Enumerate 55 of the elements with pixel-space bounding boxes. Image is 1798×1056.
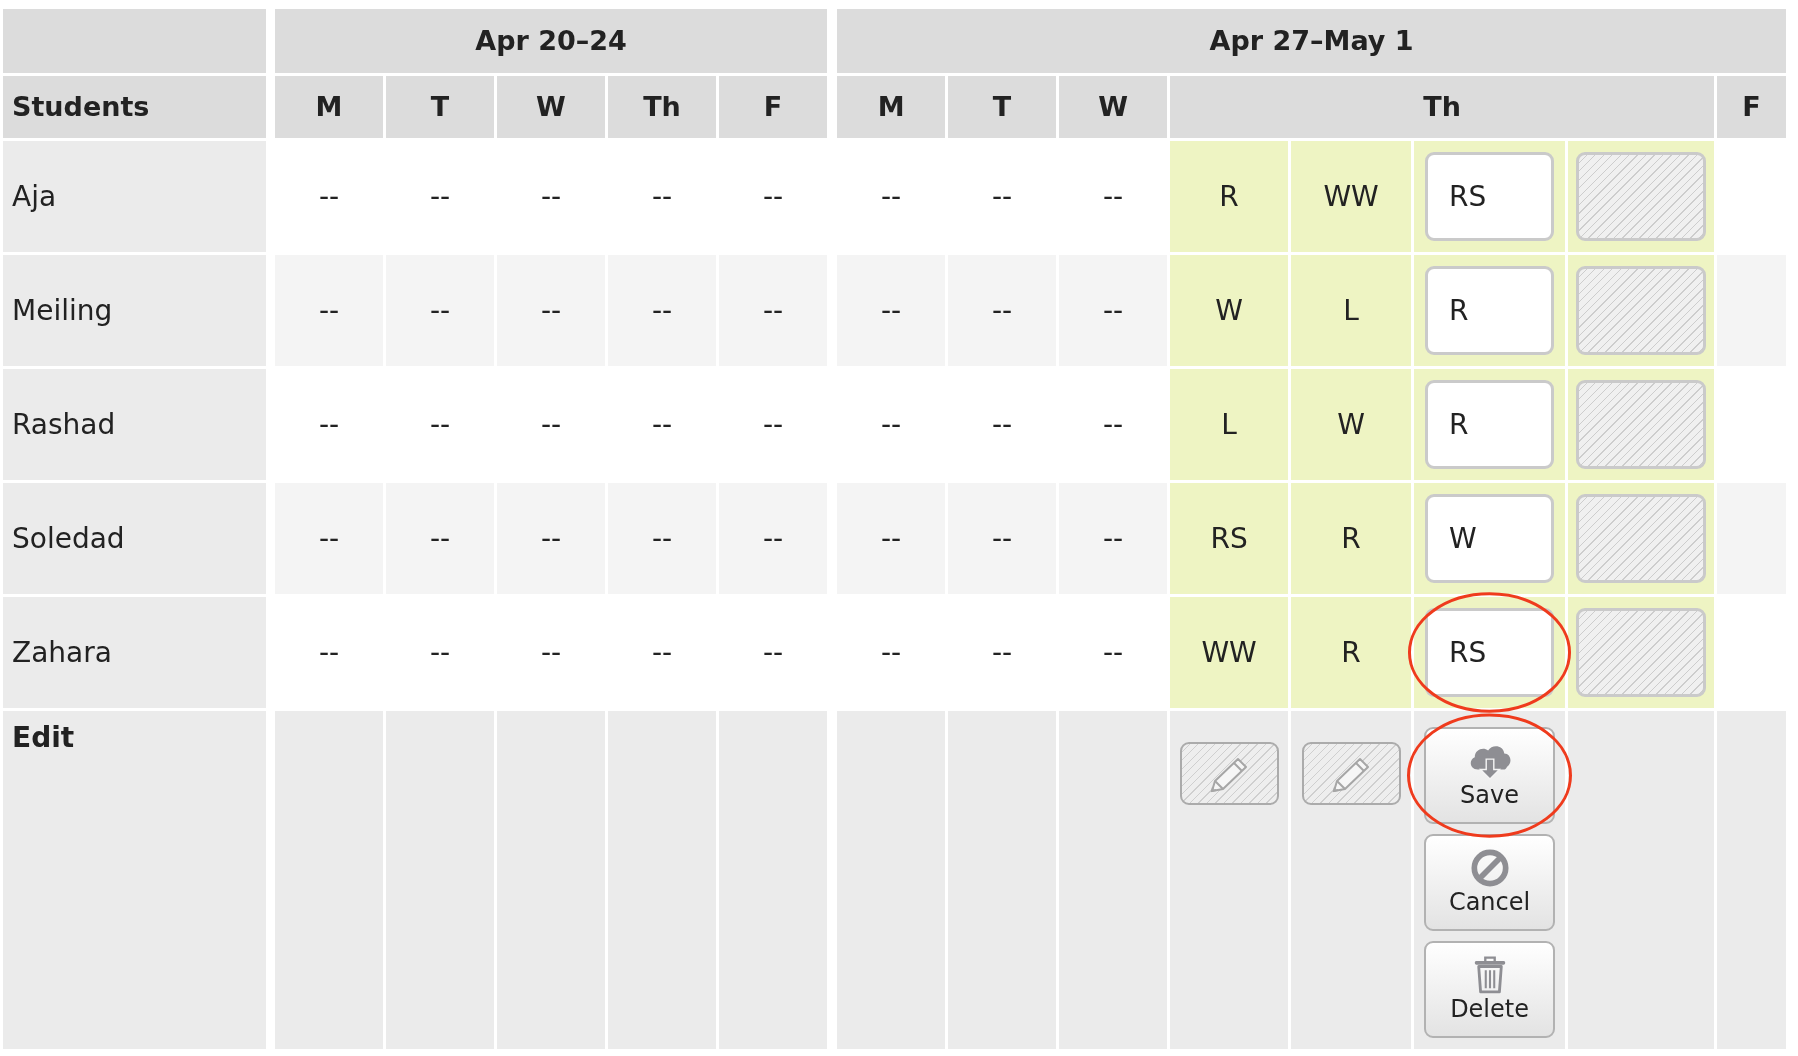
- student-name: Zahara: [3, 597, 266, 708]
- prohibited-icon: [1470, 848, 1509, 887]
- grade-cell: WW: [1170, 597, 1289, 708]
- grade-cell: R: [1291, 483, 1412, 594]
- grade-cell: --: [1059, 483, 1168, 594]
- grade-cell: --: [948, 483, 1057, 594]
- grade-cell: --: [386, 255, 494, 366]
- grade-cell: --: [608, 255, 716, 366]
- grade-cell: --: [608, 483, 716, 594]
- grade-cell: --: [719, 483, 828, 594]
- day-header: M: [275, 76, 383, 138]
- grade-cell: W: [1170, 255, 1289, 366]
- grade-cell: R: [1170, 141, 1289, 252]
- student-name: Rashad: [3, 369, 266, 480]
- delete-button[interactable]: Delete: [1424, 941, 1556, 1038]
- grade-input[interactable]: RS: [1425, 152, 1555, 241]
- trash-icon: [1473, 955, 1506, 994]
- grade-input[interactable]: RS: [1425, 608, 1555, 697]
- row-header: Edit: [3, 711, 266, 1049]
- grade-cell: --: [275, 255, 383, 366]
- grade-cell: --: [837, 255, 946, 366]
- cancel-button[interactable]: Cancel: [1424, 834, 1556, 931]
- column-header: Students: [3, 76, 266, 138]
- grade-cell: WW: [1291, 141, 1412, 252]
- day-header: T: [948, 76, 1057, 138]
- day-header: W: [1059, 76, 1168, 138]
- day-header: Th: [608, 76, 716, 138]
- grade-cell: R: [1291, 597, 1412, 708]
- grade-cell: L: [1291, 255, 1412, 366]
- week-header: Apr 20–24: [275, 9, 828, 73]
- student-name: Aja: [3, 141, 266, 252]
- grade-cell: --: [497, 483, 605, 594]
- day-header: Th: [1170, 76, 1715, 138]
- grade-input[interactable]: W: [1425, 494, 1555, 583]
- student-name: Meiling: [3, 255, 266, 366]
- grade-cell: --: [1059, 255, 1168, 366]
- week-header: Apr 27–May 1: [837, 9, 1786, 73]
- student-name: Soledad: [3, 483, 266, 594]
- grade-cell: W: [1291, 369, 1412, 480]
- grade-cell: RS: [1170, 483, 1289, 594]
- save-button[interactable]: Save: [1424, 727, 1556, 824]
- grade-cell: --: [497, 255, 605, 366]
- day-header: M: [837, 76, 946, 138]
- grade-cell: --: [948, 255, 1057, 366]
- grade-cell: --: [275, 483, 383, 594]
- day-header: F: [1717, 76, 1786, 138]
- grade-cell: --: [386, 483, 494, 594]
- day-header: T: [386, 76, 494, 138]
- day-header: W: [497, 76, 605, 138]
- day-header: F: [719, 76, 828, 138]
- grade-cell: L: [1170, 369, 1289, 480]
- grade-input[interactable]: R: [1425, 380, 1555, 469]
- grade-cell: --: [719, 255, 828, 366]
- grade-input[interactable]: R: [1425, 266, 1555, 355]
- grade-cell: --: [837, 483, 946, 594]
